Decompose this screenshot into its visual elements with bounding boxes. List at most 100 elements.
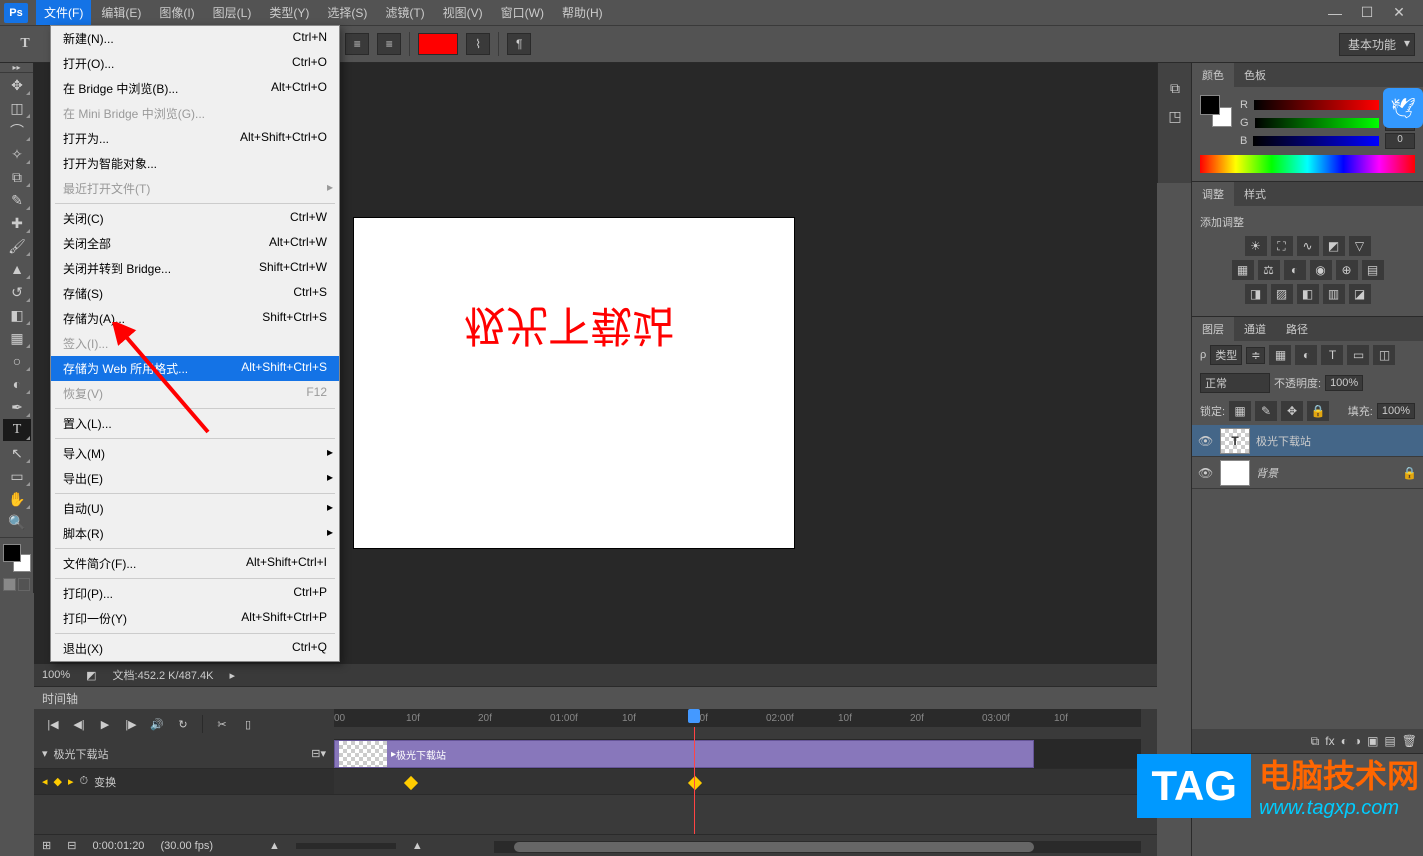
- photo-filter-icon[interactable]: ◉: [1310, 260, 1332, 280]
- file-menu-item[interactable]: 关闭并转到 Bridge...Shift+Ctrl+W: [51, 256, 339, 281]
- file-menu-item[interactable]: 打印(P)...Ctrl+P: [51, 581, 339, 606]
- filter-pixel-icon[interactable]: ▦: [1269, 345, 1291, 365]
- zoom-tool[interactable]: 🔍: [3, 511, 31, 533]
- zoom-level[interactable]: 100%: [42, 669, 70, 681]
- lock-pixels-icon[interactable]: ✎: [1255, 401, 1277, 421]
- layer-background[interactable]: 👁 背景 🔒: [1192, 457, 1423, 489]
- prev-keyframe-icon[interactable]: ◂: [42, 775, 48, 788]
- audio-button[interactable]: 🔊: [146, 714, 168, 734]
- file-menu-item[interactable]: 脚本(R)▸: [51, 521, 339, 546]
- transition-button[interactable]: ▯: [237, 714, 259, 734]
- layer-thumb[interactable]: T: [1220, 428, 1250, 454]
- file-menu-item[interactable]: 关闭(C)Ctrl+W: [51, 206, 339, 231]
- playhead[interactable]: [694, 727, 695, 834]
- zoom-out-icon[interactable]: ▲: [269, 840, 280, 852]
- pen-tool[interactable]: ✒: [3, 396, 31, 418]
- tab-swatches[interactable]: 色板: [1234, 63, 1276, 87]
- tl-options-icon[interactable]: ⊟: [67, 839, 76, 852]
- link-layers-icon[interactable]: ⧉: [1311, 734, 1320, 749]
- layer-thumb[interactable]: [1220, 460, 1250, 486]
- delete-layer-icon[interactable]: 🗑: [1402, 734, 1417, 748]
- lock-all-icon[interactable]: 🔒: [1307, 401, 1329, 421]
- file-menu-item[interactable]: 自动(U)▸: [51, 496, 339, 521]
- first-frame-button[interactable]: |◀: [42, 714, 64, 734]
- color-tools[interactable]: [3, 544, 31, 572]
- clone-stamp-tool[interactable]: ▲: [3, 258, 31, 280]
- menu-选择(S)[interactable]: 选择(S): [319, 0, 375, 25]
- stopwatch-icon[interactable]: ⏱: [80, 775, 89, 788]
- filter-kind[interactable]: 类型: [1210, 345, 1242, 365]
- brightness-icon[interactable]: ☀: [1245, 236, 1267, 256]
- filter-shape-icon[interactable]: ▭: [1347, 345, 1369, 365]
- layer-name[interactable]: 背景: [1256, 465, 1396, 481]
- blend-mode[interactable]: 正常: [1200, 373, 1270, 393]
- file-menu-item[interactable]: 打开为...Alt+Shift+Ctrl+O: [51, 126, 339, 151]
- file-menu-item[interactable]: 打印一份(Y)Alt+Shift+Ctrl+P: [51, 606, 339, 631]
- lock-position-icon[interactable]: ✥: [1281, 401, 1303, 421]
- healing-brush-tool[interactable]: ✚: [3, 212, 31, 234]
- track-options-icon[interactable]: ⊟▾: [311, 747, 326, 760]
- file-menu-item[interactable]: 打开(O)...Ctrl+O: [51, 51, 339, 76]
- new-layer-icon[interactable]: ▤: [1384, 734, 1395, 748]
- exposure-icon[interactable]: ◩: [1323, 236, 1345, 256]
- file-menu-item[interactable]: 在 Bridge 中浏览(B)...Alt+Ctrl+O: [51, 76, 339, 101]
- hand-tool[interactable]: ✋: [3, 488, 31, 510]
- layer-style-icon[interactable]: fx: [1325, 734, 1334, 748]
- type-tool[interactable]: T: [3, 419, 31, 441]
- balance-icon[interactable]: ⚖: [1258, 260, 1280, 280]
- vibrance-icon[interactable]: ▽: [1349, 236, 1371, 256]
- toolbox-handle[interactable]: ▸▸: [0, 63, 33, 73]
- next-keyframe-icon[interactable]: ▸: [68, 775, 74, 788]
- new-fill-icon[interactable]: ◑: [1354, 734, 1361, 748]
- visibility-icon[interactable]: 👁: [1198, 434, 1214, 448]
- curves-icon[interactable]: ∿: [1297, 236, 1319, 256]
- b-value[interactable]: 0: [1385, 133, 1415, 149]
- split-button[interactable]: ✂: [211, 714, 233, 734]
- move-tool[interactable]: ✥: [3, 74, 31, 96]
- tab-paths[interactable]: 路径: [1276, 317, 1318, 341]
- file-menu-item[interactable]: 退出(X)Ctrl+Q: [51, 636, 339, 661]
- prev-frame-button[interactable]: ◀|: [68, 714, 90, 734]
- keyframe[interactable]: [404, 776, 418, 790]
- menu-视图(V)[interactable]: 视图(V): [435, 0, 491, 25]
- add-keyframe-icon[interactable]: ◆: [54, 775, 62, 788]
- fill-value[interactable]: 100%: [1377, 403, 1415, 419]
- magic-wand-tool[interactable]: ✧: [3, 143, 31, 165]
- history-icon[interactable]: ⧉: [1161, 75, 1189, 101]
- doc-info-arrow[interactable]: ▸: [229, 669, 235, 682]
- selective-color-icon[interactable]: ◪: [1349, 284, 1371, 304]
- bw-icon[interactable]: ◐: [1284, 260, 1306, 280]
- visibility-icon[interactable]: 👁: [1198, 466, 1214, 480]
- align-center-button[interactable]: ≡: [345, 33, 369, 55]
- channel-mixer-icon[interactable]: ⊕: [1336, 260, 1358, 280]
- color-swatch-pair[interactable]: [1200, 95, 1232, 127]
- zoom-in-icon[interactable]: ▲: [412, 840, 423, 852]
- file-menu-item[interactable]: 存储(S)Ctrl+S: [51, 281, 339, 306]
- loop-button[interactable]: ↻: [172, 714, 194, 734]
- tab-adjustments[interactable]: 调整: [1192, 182, 1234, 206]
- posterize-icon[interactable]: ▨: [1271, 284, 1293, 304]
- lookup-icon[interactable]: ▤: [1362, 260, 1384, 280]
- path-selection-tool[interactable]: ↖: [3, 442, 31, 464]
- color-spectrum[interactable]: [1200, 155, 1415, 173]
- close-button[interactable]: ✕: [1387, 4, 1411, 22]
- eraser-tool[interactable]: ◧: [3, 304, 31, 326]
- tab-channels[interactable]: 通道: [1234, 317, 1276, 341]
- b-slider[interactable]: [1253, 136, 1379, 146]
- new-group-icon[interactable]: ▣: [1367, 734, 1378, 748]
- blur-tool[interactable]: ○: [3, 350, 31, 372]
- tab-layers[interactable]: 图层: [1192, 317, 1234, 341]
- zoom-slider[interactable]: [296, 843, 396, 849]
- file-menu-item[interactable]: 导入(M)▸: [51, 441, 339, 466]
- tab-styles[interactable]: 样式: [1234, 182, 1276, 206]
- file-menu-item[interactable]: 置入(L)...: [51, 411, 339, 436]
- file-menu-item[interactable]: 存储为(A)...Shift+Ctrl+S: [51, 306, 339, 331]
- assistant-badge[interactable]: 🕊: [1383, 88, 1423, 128]
- filter-smart-icon[interactable]: ◫: [1373, 345, 1395, 365]
- levels-icon[interactable]: ⛶: [1271, 236, 1293, 256]
- file-menu-item[interactable]: 新建(N)...Ctrl+N: [51, 26, 339, 51]
- menu-帮助(H)[interactable]: 帮助(H): [554, 0, 611, 25]
- timeline-ruler[interactable]: 0010f20f01:00f10f20f02:00f10f20f03:00f10…: [334, 709, 1141, 727]
- menu-滤镜(T)[interactable]: 滤镜(T): [377, 0, 432, 25]
- layer-mask-icon[interactable]: ◐: [1341, 734, 1348, 748]
